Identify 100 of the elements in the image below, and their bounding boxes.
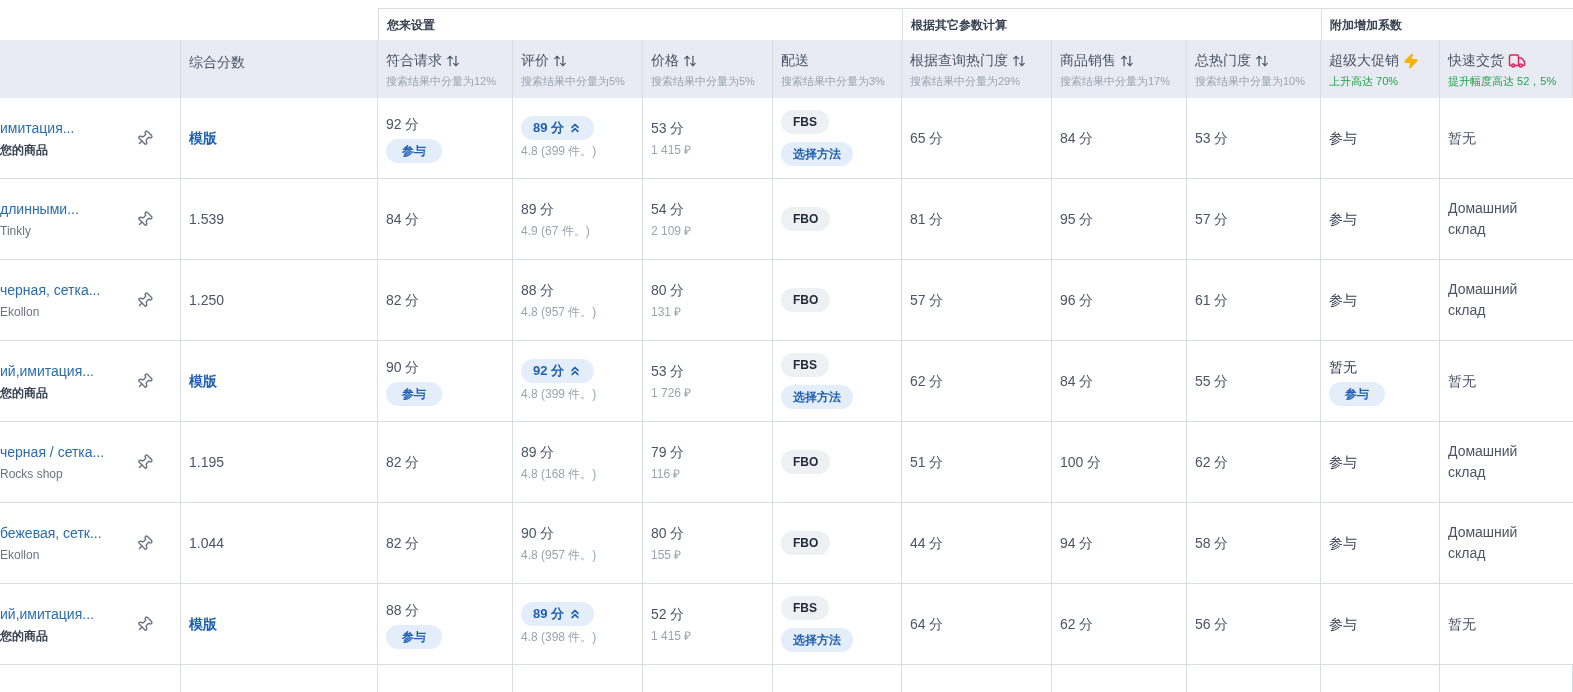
score-text: 81 分 (910, 209, 944, 229)
score-text: 55 分 (1195, 371, 1229, 391)
promo-status: 参与 (1329, 452, 1357, 472)
rating-count: 4.8 (957 件。) (521, 303, 598, 321)
score-text: 88 分 (521, 280, 555, 300)
score-text: 62 分 (1195, 452, 1229, 472)
sort-icon[interactable] (446, 53, 460, 68)
price-amount: 155 ₽ (651, 546, 683, 564)
template-link[interactable]: 模版 (189, 370, 217, 392)
price-amount: 131 ₽ (651, 303, 683, 321)
product-title[interactable]: черная, сетка... (0, 279, 101, 301)
seller-name: Rocks shop (0, 465, 64, 483)
score-text: 92 分 (386, 114, 420, 134)
delivery-tag: FBS (781, 596, 829, 620)
score-text: 88 分 (386, 600, 420, 620)
rating-count: 4.8 (168 件。) (521, 465, 598, 483)
score-text: 61 分 (1195, 290, 1229, 310)
score-text: 51 分 (910, 452, 944, 472)
price-amount: 1 415 ₽ (651, 141, 693, 159)
delivery-tag: FBO (781, 207, 831, 231)
score-text: 84 分 (1060, 371, 1094, 391)
score-text: 65 分 (910, 128, 944, 148)
price-amount: 116 ₽ (651, 465, 682, 483)
rating-count: 4.9 (67 件。) (521, 222, 591, 240)
column-group-title: 您来设置 (387, 16, 435, 34)
template-link[interactable]: 模版 (189, 127, 217, 149)
column-header: 符合请求 (386, 51, 442, 70)
choose-method-button[interactable]: 选择方法 (781, 142, 853, 166)
score-text: 57 分 (1195, 209, 1229, 229)
score-text: 58 分 (1195, 533, 1229, 553)
seller-name: 您的商品 (0, 627, 49, 645)
participate-button[interactable]: 参与 (1329, 381, 1385, 406)
product-title[interactable]: ий,имитация... (0, 360, 94, 382)
score-text: 90 分 (386, 357, 420, 377)
promo-status: 参与 (1329, 614, 1357, 634)
participate-button[interactable]: 参与 (386, 624, 442, 649)
price-amount: 1 415 ₽ (651, 627, 693, 645)
product-title[interactable]: имитация... (0, 117, 75, 139)
sort-icon[interactable] (1255, 53, 1269, 68)
fast-delivery-status: Домашний склад (1448, 199, 1519, 239)
product-title[interactable]: ий,имитация... (0, 603, 94, 625)
overall-score: 1.044 (189, 533, 225, 553)
price-amount: 1 726 ₽ (651, 384, 693, 402)
promo-status: 暂无 (1329, 357, 1357, 377)
seller-name: Tinkly (0, 222, 32, 240)
column-header: 总热门度 (1195, 51, 1251, 70)
score-text: 82 分 (386, 290, 420, 310)
score-text: 84 分 (386, 209, 420, 229)
score-text: 80 分 (651, 523, 685, 543)
promo-status: 参与 (1329, 128, 1357, 148)
fast-delivery-status: 暂无 (1448, 614, 1477, 634)
column-note: 搜索结果中分量为10% (1195, 74, 1307, 89)
column-header: 超级大促销 (1329, 51, 1399, 70)
score-text: 89 分 (521, 199, 555, 219)
seller-name: Ekollon (0, 303, 41, 321)
score-text: 82 分 (386, 452, 420, 472)
score-text: 94 分 (1060, 533, 1094, 553)
delivery-tag: FBS (781, 353, 829, 377)
score-text: 62 分 (1060, 614, 1094, 634)
score-text: 54 分 (651, 199, 685, 219)
sort-icon[interactable] (683, 53, 697, 68)
promo-status: 参与 (1329, 290, 1357, 310)
rating-count: 4.8 (399 件。) (521, 142, 598, 160)
score-text: 79 分 (651, 442, 685, 462)
product-title[interactable]: черная / сетка... (0, 441, 105, 463)
score-text: 95 分 (1060, 209, 1094, 229)
boosted-score-chip: 89 分 (521, 602, 595, 626)
product-title[interactable]: длинными... (0, 198, 79, 220)
choose-method-button[interactable]: 选择方法 (781, 628, 853, 652)
sort-icon[interactable] (1120, 53, 1134, 68)
score-text: 44 分 (910, 533, 944, 553)
template-link[interactable]: 模版 (189, 613, 217, 635)
rating-count: 4.8 (957 件。) (521, 546, 598, 564)
overall-score: 1.250 (189, 290, 225, 310)
price-amount: 2 109 ₽ (651, 222, 693, 240)
sort-icon[interactable] (553, 53, 567, 68)
column-header: 商品销售 (1060, 51, 1116, 70)
score-text: 56 分 (1195, 614, 1229, 634)
column-header: 综合分数 (189, 53, 246, 72)
delivery-tag: FBO (781, 531, 831, 555)
sort-icon[interactable] (1012, 53, 1026, 68)
participate-button[interactable]: 参与 (386, 381, 442, 406)
rating-count: 4.8 (399 件。) (521, 385, 598, 403)
lightning-icon (1403, 52, 1419, 69)
column-note: 搜索结果中分量为5% (651, 74, 756, 89)
column-header: 配送 (781, 51, 809, 70)
choose-method-button[interactable]: 选择方法 (781, 385, 853, 409)
fast-delivery-status: Домашний склад (1448, 442, 1519, 482)
score-text: 53 分 (651, 118, 685, 138)
score-text: 53 分 (1195, 128, 1229, 148)
product-title[interactable]: бежевая, сетк... (0, 522, 102, 544)
score-text: 84 分 (1060, 128, 1094, 148)
score-text: 64 分 (910, 614, 944, 634)
overall-score: 1.539 (189, 209, 225, 229)
score-text: 52 分 (651, 604, 685, 624)
score-text: 96 分 (1060, 290, 1094, 310)
fast-delivery-status: 暂无 (1448, 128, 1477, 148)
participate-button[interactable]: 参与 (386, 138, 442, 163)
column-header: 根据查询热门度 (910, 51, 1008, 70)
fast-delivery-status: 暂无 (1448, 371, 1477, 391)
